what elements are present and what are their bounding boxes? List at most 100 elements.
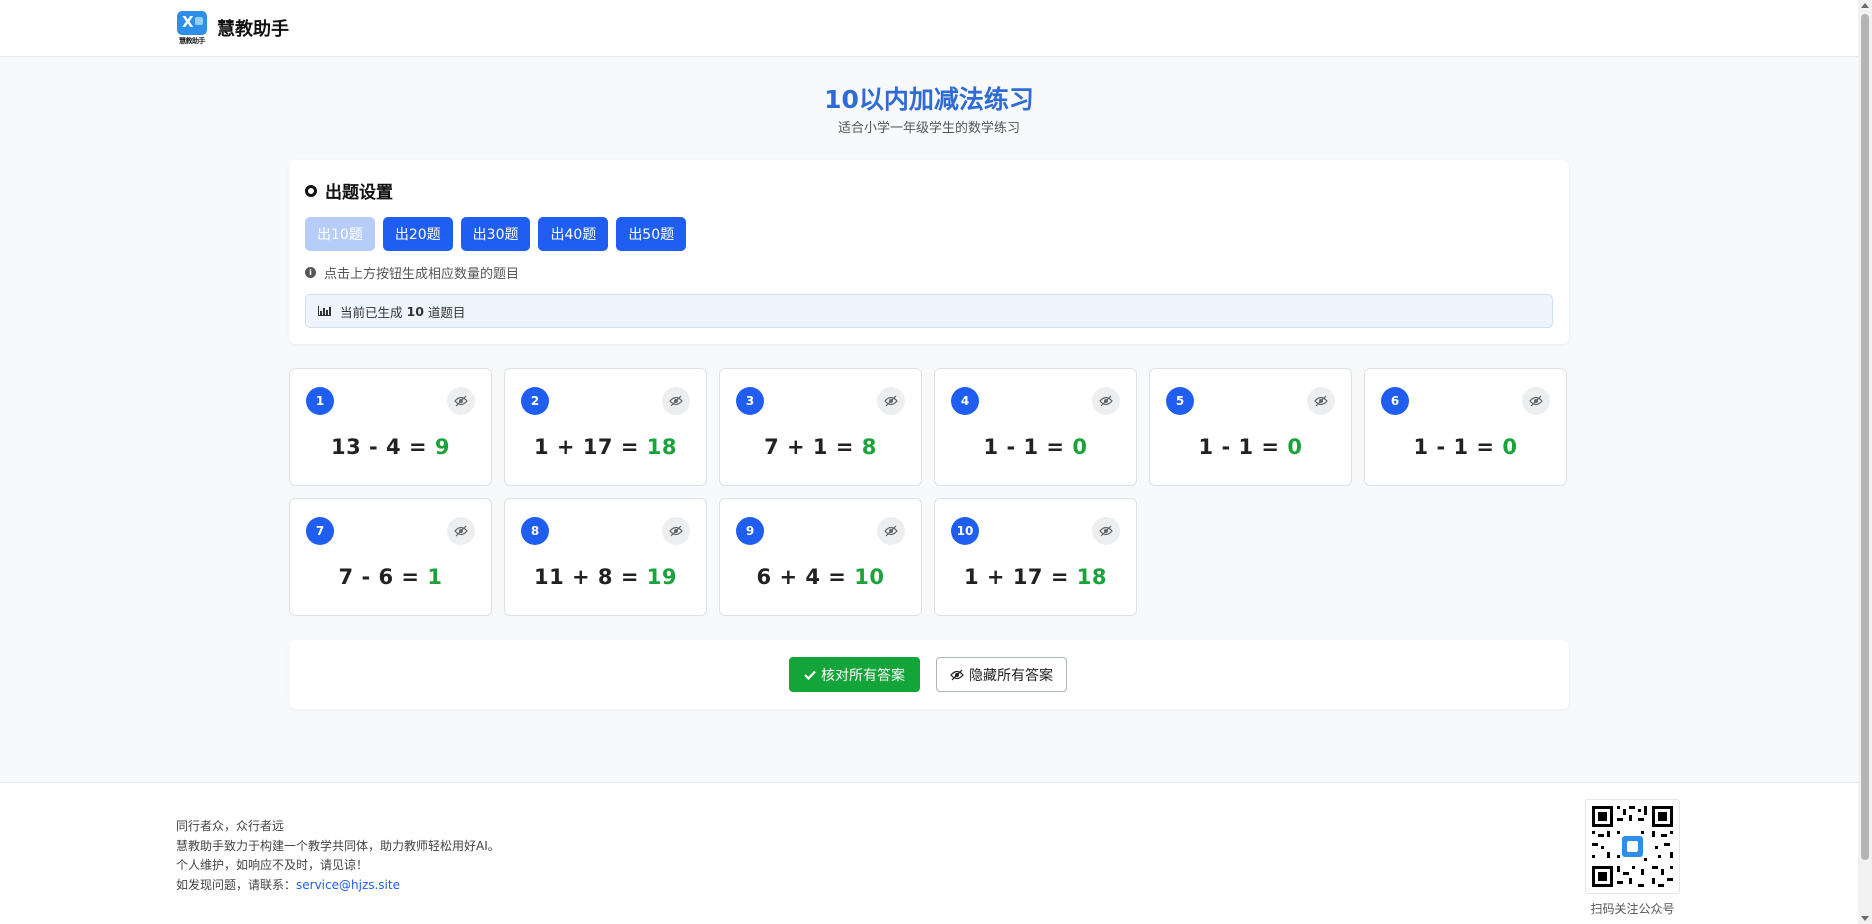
question-card: 10 1 + 17 = 18 <box>934 498 1137 616</box>
equation-expression: 6 + 4 = <box>756 565 855 589</box>
wechat-qr-code <box>1585 799 1680 894</box>
settings-heading-label: 出题设置 <box>325 183 393 203</box>
toggle-answer-eye-icon[interactable] <box>447 387 475 415</box>
toggle-answer-eye-icon[interactable] <box>662 387 690 415</box>
equation: 1 - 1 = 0 <box>1150 435 1351 459</box>
footer-contact-prefix: 如发现问题，请联系： <box>176 877 297 892</box>
info-icon: i <box>305 267 316 278</box>
question-number-badge: 8 <box>521 517 549 545</box>
logo-caption: 慧教助手 <box>179 37 206 45</box>
page-footer: 同行者众，众行者远 慧教助手致力于构建一个教学共同体，助力教师轻松用好AI。 个… <box>0 782 1858 924</box>
settings-hint-text: 点击上方按钮生成相应数量的题目 <box>324 267 520 282</box>
generate-10-button[interactable]: 出10题 <box>305 217 375 251</box>
question-number-badge: 10 <box>951 517 979 545</box>
settings-hint: i 点击上方按钮生成相应数量的题目 <box>305 263 519 282</box>
equation-expression: 1 + 17 = <box>533 435 647 459</box>
status-prefix: 当前已生成 <box>340 304 403 320</box>
equation-answer: 0 <box>1072 435 1088 459</box>
scroll-down-arrow-icon[interactable] <box>1861 916 1869 921</box>
question-number-badge: 9 <box>736 517 764 545</box>
toggle-answer-eye-icon[interactable] <box>1307 387 1335 415</box>
contact-email-link[interactable]: service@hjzs.site <box>296 878 400 892</box>
toggle-answer-eye-icon[interactable] <box>877 517 905 545</box>
equation: 1 + 17 = 18 <box>505 435 706 459</box>
settings-panel: 出题设置 出10题 出20题 出30题 出40题 出50题 i 点击上方按钮生成… <box>289 160 1569 344</box>
status-count: 10 <box>406 303 424 319</box>
toggle-answer-eye-icon[interactable] <box>447 517 475 545</box>
toggle-answer-eye-icon[interactable] <box>662 517 690 545</box>
page-title: 10以内加减法练习 <box>824 85 1034 114</box>
equation-answer: 9 <box>434 435 451 459</box>
question-number-badge: 5 <box>1166 387 1194 415</box>
equation-expression: 1 + 17 = <box>963 565 1077 589</box>
question-number-badge: 1 <box>306 387 334 415</box>
equation-answer: 8 <box>861 435 877 459</box>
generate-20-button[interactable]: 出20题 <box>382 217 453 251</box>
question-card: 4 1 - 1 = 0 <box>934 368 1137 486</box>
question-count-buttons: 出10题 出20题 出30题 出40题 出50题 <box>305 217 687 251</box>
check-all-label: 核对所有答案 <box>821 667 905 684</box>
question-card: 6 1 - 1 = 0 <box>1364 368 1567 486</box>
equation-expression: 7 + 1 = <box>764 435 862 459</box>
toggle-answer-eye-icon[interactable] <box>1092 517 1120 545</box>
equation-expression: 1 - 1 = <box>1413 435 1503 459</box>
equation: 6 + 4 = 10 <box>720 565 921 589</box>
generate-50-button[interactable]: 出50题 <box>616 217 687 251</box>
question-card: 5 1 - 1 = 0 <box>1149 368 1352 486</box>
toggle-answer-eye-icon[interactable] <box>1092 387 1120 415</box>
brand-name[interactable]: 慧教助手 <box>217 15 289 41</box>
equation: 7 + 1 = 8 <box>720 435 921 459</box>
bar-chart-icon <box>318 306 331 316</box>
equation-answer: 18 <box>1076 565 1107 589</box>
equation-expression: 1 - 1 = <box>1198 435 1288 459</box>
equation-answer: 19 <box>646 565 677 589</box>
settings-heading: 出题设置 <box>305 178 393 203</box>
generate-40-button[interactable]: 出40题 <box>538 217 609 251</box>
question-number-badge: 4 <box>951 387 979 415</box>
question-card: 1 13 - 4 = 9 <box>289 368 492 486</box>
gear-icon <box>305 184 317 197</box>
scrollbar-thumb[interactable] <box>1861 14 1869 860</box>
footer-note: 个人维护，如响应不及时，请见谅！ <box>176 858 369 872</box>
equation-answer: 1 <box>427 565 443 589</box>
question-card: 2 1 + 17 = 18 <box>504 368 707 486</box>
question-number-badge: 2 <box>521 387 549 415</box>
toggle-answer-eye-icon[interactable] <box>1522 387 1550 415</box>
question-number-badge: 7 <box>306 517 334 545</box>
equation: 1 - 1 = 0 <box>935 435 1136 459</box>
hide-all-label: 隐藏所有答案 <box>969 667 1053 684</box>
check-all-answers-button[interactable]: 核对所有答案 <box>789 657 920 692</box>
page-subtitle: 适合小学一年级学生的数学练习 <box>837 121 1020 136</box>
eye-slash-icon <box>950 669 964 681</box>
actions-bar: 核对所有答案 隐藏所有答案 <box>289 640 1569 709</box>
status-suffix: 道题目 <box>427 304 466 320</box>
question-number-badge: 6 <box>1381 387 1409 415</box>
question-card: 7 7 - 6 = 1 <box>289 498 492 616</box>
scroll-up-arrow-icon[interactable] <box>1861 3 1869 8</box>
equation-answer: 18 <box>646 435 677 459</box>
equation: 1 - 1 = 0 <box>1365 435 1566 459</box>
top-navbar: 慧教助手 慧教助手 <box>0 0 1858 57</box>
question-number-badge: 3 <box>736 387 764 415</box>
hide-all-answers-button[interactable]: 隐藏所有答案 <box>936 657 1067 692</box>
equation-answer: 10 <box>854 565 885 589</box>
check-icon <box>804 670 816 680</box>
equation: 1 + 17 = 18 <box>935 565 1136 589</box>
footer-text: 同行者众，众行者远 慧教助手致力于构建一个教学共同体，助力教师轻松用好AI。 个… <box>176 817 500 895</box>
question-card: 9 6 + 4 = 10 <box>719 498 922 616</box>
footer-mission: 慧教助手致力于构建一个教学共同体，助力教师轻松用好AI。 <box>176 838 500 853</box>
question-card: 3 7 + 1 = 8 <box>719 368 922 486</box>
equation-expression: 1 - 1 = <box>983 435 1073 459</box>
generate-30-button[interactable]: 出30题 <box>460 217 531 251</box>
equation-expression: 7 - 6 = <box>338 565 428 589</box>
equation-answer: 0 <box>1502 435 1518 459</box>
footer-slogan: 同行者众，众行者远 <box>176 819 285 833</box>
app-logo-icon[interactable]: 慧教助手 <box>177 11 207 45</box>
toggle-answer-eye-icon[interactable] <box>877 387 905 415</box>
page-scrollbar[interactable] <box>1858 0 1872 924</box>
generation-status: 当前已生成 10 道题目 <box>305 294 1553 328</box>
qr-caption: 扫码关注公众号 <box>1590 902 1675 916</box>
footer-contact: 如发现问题，请联系：service@hjzs.site <box>176 876 500 896</box>
equation-answer: 0 <box>1287 435 1303 459</box>
equation-expression: 11 + 8 = <box>533 565 647 589</box>
